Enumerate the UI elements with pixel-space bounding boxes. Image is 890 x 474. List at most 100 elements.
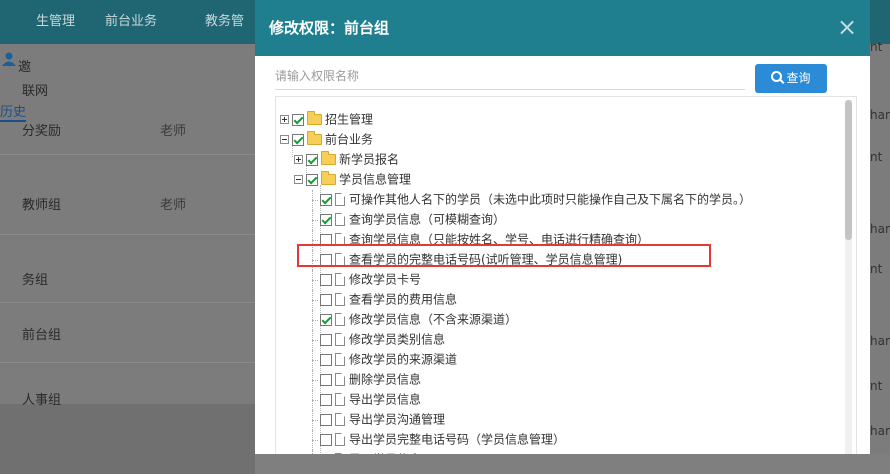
collapse-minus-icon[interactable] bbox=[280, 135, 289, 144]
user-icon bbox=[2, 52, 16, 66]
tree-node-label: 导出学员完整电话号码（学员信息管理） bbox=[349, 432, 566, 447]
app-left-tab[interactable]: 历史 bbox=[0, 101, 27, 122]
tree-node-label: 新学员报名 bbox=[339, 152, 400, 167]
checkbox-unchecked[interactable] bbox=[320, 373, 332, 386]
checkbox-checked[interactable] bbox=[320, 193, 332, 206]
tree-connector bbox=[308, 329, 318, 350]
expand-plus-icon[interactable] bbox=[280, 115, 289, 124]
app-right-fragment: han bbox=[870, 108, 890, 122]
tree-node-label: 修改学员类别信息 bbox=[349, 332, 446, 347]
checkbox-unchecked[interactable] bbox=[320, 333, 332, 346]
file-icon bbox=[335, 413, 345, 426]
file-icon bbox=[335, 273, 345, 286]
tree-node-label: 导出学员沟通管理 bbox=[349, 412, 446, 427]
app-left-item[interactable]: 教师组 bbox=[22, 194, 61, 213]
tree-node-label: 查询学员信息（可模糊查询） bbox=[349, 212, 506, 227]
app-right-fragment: nt bbox=[870, 262, 883, 276]
dialog-header: 修改权限：前台组 × bbox=[255, 0, 870, 56]
expand-plus-icon[interactable] bbox=[294, 155, 303, 164]
tree-permission-node[interactable]: 删除学员信息 bbox=[308, 369, 422, 390]
tree-permission-node[interactable]: 修改学员信息（不含来源渠道） bbox=[308, 309, 518, 330]
tree-node-label: 修改学员信息（不含来源渠道） bbox=[349, 312, 518, 327]
file-icon bbox=[335, 193, 345, 206]
tree-connector bbox=[308, 289, 318, 310]
divider bbox=[0, 302, 255, 303]
close-icon[interactable]: × bbox=[834, 14, 860, 40]
tree-permission-node[interactable]: 查看学员的费用信息 bbox=[308, 289, 458, 310]
tree-node-label: 查看学员的费用信息 bbox=[349, 292, 458, 307]
file-icon bbox=[335, 293, 345, 306]
tree-scrollbar[interactable] bbox=[845, 100, 852, 454]
app-left-item[interactable]: 人事组 bbox=[22, 389, 61, 408]
app-nav-item-3[interactable]: 教务管 bbox=[205, 0, 244, 44]
app-right-fragment: nt bbox=[870, 379, 883, 393]
search-button[interactable]: 查询 bbox=[755, 64, 827, 93]
dialog-title: 修改权限：前台组 bbox=[269, 19, 390, 37]
tree-node-label: 删除学员信息 bbox=[349, 372, 422, 387]
app-left-role: 老师 bbox=[160, 198, 187, 213]
permission-tree: 招生管理前台业务新学员报名学员信息管理 可操作其他人名下的学员（未选中此项时只能操… bbox=[275, 96, 857, 454]
tree-permission-node[interactable]: 导入学员信息 bbox=[308, 449, 421, 454]
folder-icon bbox=[321, 151, 336, 165]
divider bbox=[0, 234, 255, 235]
tree-permission-node[interactable]: 导出学员完整电话号码（学员信息管理） bbox=[308, 429, 566, 450]
tree-permission-node[interactable]: 可操作其他人名下的学员（未选中此项时只能操作自己及下属名下的学员。） bbox=[308, 189, 751, 210]
app-left-item[interactable]: 分奖励 bbox=[22, 120, 61, 139]
app-left-item[interactable]: 联网 bbox=[22, 80, 48, 99]
app-nav-item-1[interactable]: 生管理 bbox=[36, 0, 75, 44]
app-selected-row bbox=[0, 404, 255, 474]
tree-connector bbox=[308, 269, 318, 290]
app-left-item[interactable]: 前台组 bbox=[22, 324, 61, 343]
app-right-fragment: han bbox=[870, 222, 890, 236]
tree-permission-node[interactable]: 导出学员信息 bbox=[308, 389, 422, 410]
checkbox-unchecked[interactable] bbox=[320, 433, 332, 446]
tree-connector bbox=[308, 349, 318, 370]
tree-connector bbox=[308, 209, 318, 230]
tree-connector bbox=[308, 189, 318, 210]
app-text-fragment: 邀 bbox=[18, 60, 32, 75]
tree-node-label: 修改学员卡号 bbox=[349, 272, 422, 287]
tree-folder-node[interactable]: 学员信息管理 bbox=[294, 169, 411, 189]
tree-folder-node[interactable]: 招生管理 bbox=[280, 109, 373, 129]
tree-permission-node[interactable]: 查询学员信息（可模糊查询） bbox=[308, 209, 506, 230]
tree-node-label: 导出学员信息 bbox=[349, 392, 422, 407]
file-icon bbox=[335, 393, 345, 406]
checkbox-checked[interactable] bbox=[306, 153, 318, 166]
checkbox-checked[interactable] bbox=[306, 173, 318, 186]
checkbox-checked[interactable] bbox=[292, 133, 304, 146]
checkbox-unchecked[interactable] bbox=[320, 413, 332, 426]
app-right-fragment: nt bbox=[870, 150, 883, 164]
app-left-item[interactable]: 务组 bbox=[22, 269, 48, 288]
folder-icon bbox=[321, 171, 336, 185]
tree-node-label: 招生管理 bbox=[325, 112, 374, 127]
checkbox-unchecked[interactable] bbox=[320, 293, 332, 306]
checkbox-unchecked[interactable] bbox=[320, 273, 332, 286]
search-button-label: 查询 bbox=[786, 71, 811, 85]
checkbox-checked[interactable] bbox=[320, 313, 332, 326]
divider bbox=[0, 154, 255, 155]
tree-permission-node[interactable]: 修改学员的来源渠道 bbox=[308, 349, 458, 370]
file-icon bbox=[335, 373, 345, 386]
annotation-highlight-box bbox=[297, 244, 711, 267]
app-nav-item-2[interactable]: 前台业务 bbox=[105, 0, 157, 44]
collapse-minus-icon[interactable] bbox=[294, 175, 303, 184]
checkbox-unchecked[interactable] bbox=[320, 353, 332, 366]
tree-folder-node[interactable]: 新学员报名 bbox=[294, 149, 399, 169]
tree-connector bbox=[308, 309, 318, 330]
tree-permission-node[interactable]: 导出学员沟通管理 bbox=[308, 409, 446, 430]
tree-folder-node[interactable]: 前台业务 bbox=[280, 129, 373, 149]
checkbox-checked[interactable] bbox=[292, 113, 304, 126]
tree-node-label: 修改学员的来源渠道 bbox=[349, 352, 458, 367]
checkbox-unchecked[interactable] bbox=[320, 393, 332, 406]
file-icon bbox=[335, 213, 345, 226]
scrollbar-thumb[interactable] bbox=[845, 100, 852, 240]
tree-permission-node[interactable]: 修改学员卡号 bbox=[308, 269, 422, 290]
tree-connector bbox=[308, 389, 318, 410]
checkbox-checked[interactable] bbox=[320, 213, 332, 226]
app-right-fragment: han bbox=[870, 334, 890, 348]
tree-connector bbox=[308, 409, 318, 430]
tree-permission-node[interactable]: 修改学员类别信息 bbox=[308, 329, 446, 350]
divider bbox=[0, 362, 255, 363]
file-icon bbox=[335, 353, 345, 366]
permission-search-input[interactable] bbox=[275, 63, 745, 90]
